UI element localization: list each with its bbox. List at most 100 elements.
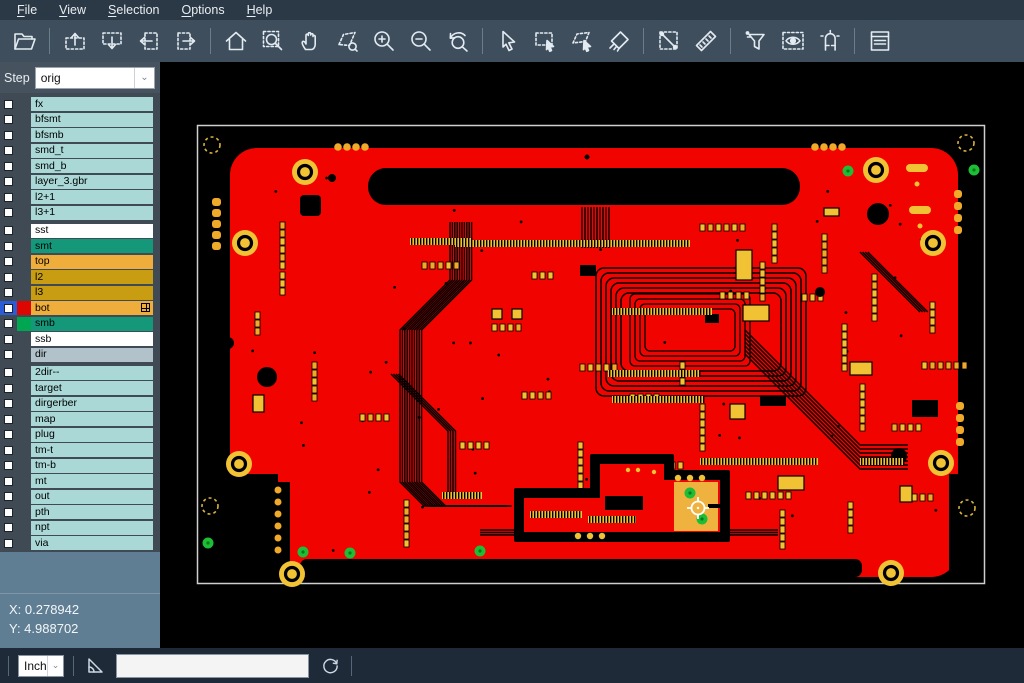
layer-checkbox-via[interactable] [0,536,17,550]
zoom-out-button[interactable] [402,24,439,58]
layer-checkbox-l3[interactable] [0,286,17,300]
move-down-button[interactable] [93,24,130,58]
menu-selection[interactable]: Selection [97,0,170,20]
layer-label-l2+1[interactable]: l2+1 [31,190,153,204]
menu-view[interactable]: View [48,0,97,20]
layer-label-smt[interactable]: smt [31,239,153,253]
layer-checkbox-bot[interactable] [0,301,17,315]
layer-checkbox-2dir--[interactable] [0,366,17,380]
layer-label-smb[interactable]: smb [31,317,153,331]
home-view-button[interactable] [217,24,254,58]
layer-color-swatch-out[interactable] [17,490,31,504]
layer-color-swatch-bfsmt[interactable] [17,113,31,127]
layer-label-sst[interactable]: sst [31,224,153,238]
layer-label-l2[interactable]: l2 [31,270,153,284]
zoom-window-button[interactable] [254,24,291,58]
measure-distance-button[interactable] [650,24,687,58]
layer-color-swatch-smd_t[interactable] [17,144,31,158]
zoom-polygon-button[interactable] [328,24,365,58]
open-project-button[interactable] [6,24,43,58]
zoom-previous-button[interactable] [439,24,476,58]
layer-color-swatch-dir[interactable] [17,348,31,362]
layer-checkbox-smd_b[interactable] [0,159,17,173]
layer-label-smd_t[interactable]: smd_t [31,144,153,158]
layer-color-swatch-ssb[interactable] [17,332,31,346]
layer-checkbox-ssb[interactable] [0,332,17,346]
grid-icon[interactable] [141,303,150,312]
layer-checkbox-smd_t[interactable] [0,144,17,158]
measure-angle-button[interactable] [83,654,107,678]
layer-checkbox-out[interactable] [0,490,17,504]
layer-checkbox-tm-b[interactable] [0,459,17,473]
ruler-button[interactable] [687,24,724,58]
layer-label-fx[interactable]: fx [31,97,153,111]
clear-highlight-button[interactable] [600,24,637,58]
move-right-button[interactable] [167,24,204,58]
layer-label-pth[interactable]: pth [31,505,153,519]
layer-checkbox-npt[interactable] [0,521,17,535]
menu-file[interactable]: File [6,0,48,20]
layer-label-npt[interactable]: npt [31,521,153,535]
layer-checkbox-l2+1[interactable] [0,190,17,204]
layer-checkbox-top[interactable] [0,255,17,269]
refresh-button[interactable] [318,654,342,678]
layer-checkbox-l3+1[interactable] [0,206,17,220]
layer-checkbox-smb[interactable] [0,317,17,331]
layer-checkbox-sst[interactable] [0,224,17,238]
layer-label-dir[interactable]: dir [31,348,153,362]
layer-checkbox-l2[interactable] [0,270,17,284]
zoom-in-button[interactable] [365,24,402,58]
layer-color-swatch-npt[interactable] [17,521,31,535]
layer-label-tm-b[interactable]: tm-b [31,459,153,473]
layer-checkbox-fx[interactable] [0,97,17,111]
layer-color-swatch-layer_3.gbr[interactable] [17,175,31,189]
menu-help[interactable]: Help [236,0,284,20]
move-up-button[interactable] [56,24,93,58]
layer-label-plug[interactable]: plug [31,428,153,442]
layer-label-via[interactable]: via [31,536,153,550]
layer-color-swatch-pth[interactable] [17,505,31,519]
layer-label-2dir--[interactable]: 2dir-- [31,366,153,380]
layer-label-dirgerber[interactable]: dirgerber [31,397,153,411]
layer-color-swatch-via[interactable] [17,536,31,550]
layer-color-swatch-mt[interactable] [17,474,31,488]
command-input[interactable] [116,654,309,678]
select-polygon-button[interactable] [563,24,600,58]
filter-button[interactable] [737,24,774,58]
layer-color-swatch-2dir--[interactable] [17,366,31,380]
layer-color-swatch-target[interactable] [17,381,31,395]
layer-label-tm-t[interactable]: tm-t [31,443,153,457]
layer-color-swatch-top[interactable] [17,255,31,269]
layer-color-swatch-l3+1[interactable] [17,206,31,220]
layer-color-swatch-l2+1[interactable] [17,190,31,204]
layer-label-mt[interactable]: mt [31,474,153,488]
layer-label-bfsmt[interactable]: bfsmt [31,113,153,127]
layer-label-smd_b[interactable]: smd_b [31,159,153,173]
units-select[interactable]: Inch ⌄ [18,655,64,677]
snap-button[interactable] [811,24,848,58]
layer-color-swatch-l3[interactable] [17,286,31,300]
layer-color-swatch-bfsmb[interactable] [17,128,31,142]
layer-checkbox-bfsmb[interactable] [0,128,17,142]
layer-checkbox-bfsmt[interactable] [0,113,17,127]
layer-label-layer_3.gbr[interactable]: layer_3.gbr [31,175,153,189]
layer-checkbox-map[interactable] [0,412,17,426]
layer-color-swatch-dirgerber[interactable] [17,397,31,411]
layer-color-swatch-smt[interactable] [17,239,31,253]
layer-label-l3+1[interactable]: l3+1 [31,206,153,220]
layer-color-swatch-l2[interactable] [17,270,31,284]
layer-label-l3[interactable]: l3 [31,286,153,300]
layer-checkbox-smt[interactable] [0,239,17,253]
layer-checkbox-tm-t[interactable] [0,443,17,457]
pcb-canvas[interactable] [160,62,1024,648]
pan-button[interactable] [291,24,328,58]
layer-label-target[interactable]: target [31,381,153,395]
layer-checkbox-dir[interactable] [0,348,17,362]
layer-color-swatch-bot[interactable] [17,301,31,315]
layer-label-bfsmb[interactable]: bfsmb [31,128,153,142]
layer-checkbox-plug[interactable] [0,428,17,442]
layer-label-map[interactable]: map [31,412,153,426]
layer-label-out[interactable]: out [31,490,153,504]
menu-options[interactable]: Options [170,0,235,20]
layer-checkbox-pth[interactable] [0,505,17,519]
